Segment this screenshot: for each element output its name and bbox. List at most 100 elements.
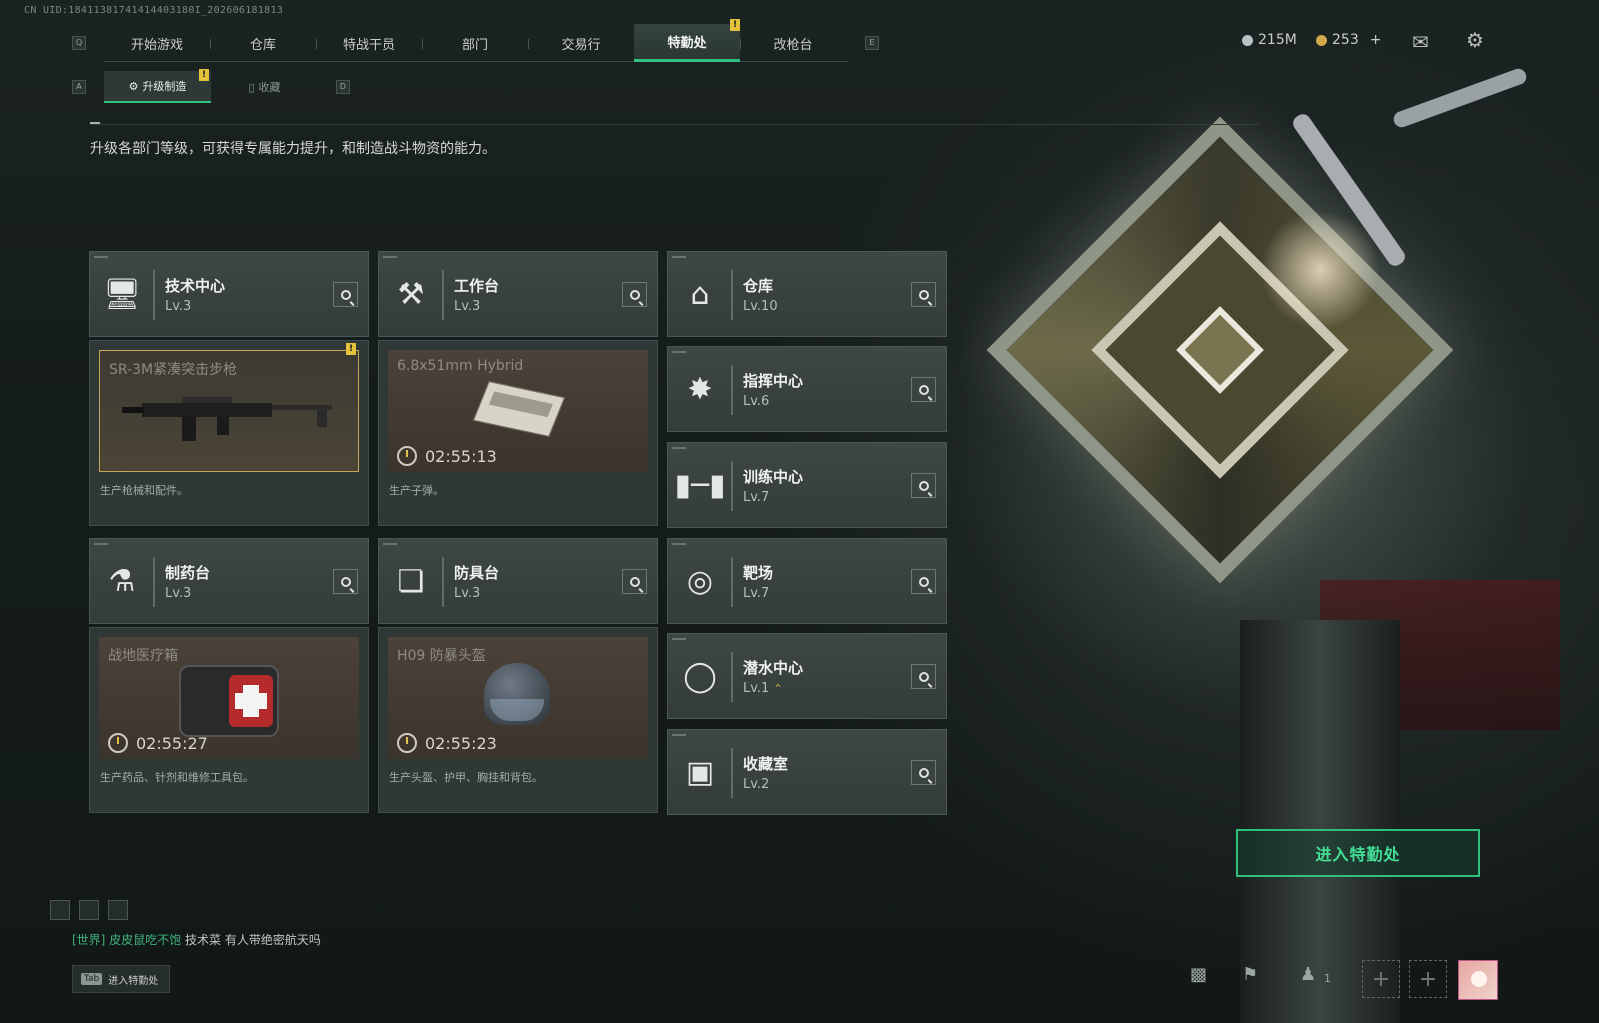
- gold-coin-icon: [1316, 34, 1327, 46]
- chat-message: 技术菜 有人带绝密航天吗: [185, 933, 321, 947]
- inspect-button[interactable]: [622, 569, 647, 594]
- inspect-button[interactable]: [911, 664, 936, 689]
- enter-special-ops-button[interactable]: 进入特勤处: [1236, 829, 1480, 877]
- production-card-ammo[interactable]: 6.8x51mm Hybrid 02:55:13 生产子弹。: [378, 340, 658, 526]
- dept-name: 指挥中心: [743, 372, 804, 390]
- mail-icon[interactable]: ✉: [1412, 32, 1429, 52]
- chat-filter-button[interactable]: [79, 900, 99, 920]
- card-separator: [153, 270, 155, 320]
- tab-gunsmith[interactable]: 改枪台: [740, 24, 846, 62]
- inspect-button[interactable]: [333, 569, 358, 594]
- dept-name: 制药台: [165, 564, 211, 582]
- production-timer: 02:55:23: [397, 733, 497, 753]
- command-icon: ✸: [687, 371, 713, 407]
- welding-glow: [1260, 210, 1380, 330]
- dept-level: Lv.1 ⌃: [743, 681, 783, 696]
- tab-start-game[interactable]: 开始游戏: [104, 24, 210, 62]
- upgrade-craft-icon: ⚙: [128, 79, 139, 93]
- production-item-panel: H09 防暴头盔 02:55:23: [388, 637, 648, 759]
- helmet-visor: [490, 699, 544, 721]
- dept-name: 收藏室: [743, 755, 789, 773]
- computer-icon: 🖥: [102, 276, 142, 312]
- dept-name: 潜水中心: [743, 659, 804, 677]
- divider: [90, 124, 1260, 125]
- dept-card-pharmacy[interactable]: ⚗ 制药台 Lv.3: [89, 538, 369, 624]
- inspect-button[interactable]: [911, 569, 936, 594]
- dept-card-tech-center[interactable]: 🖥 技术中心 Lv.3: [89, 251, 369, 337]
- sub-nav: ⚙ 升级制造 ▯ 收藏: [104, 71, 318, 103]
- card-tag: [383, 543, 397, 545]
- facility-scene: [960, 60, 1599, 1023]
- magnifier-icon: [918, 289, 929, 300]
- production-item-name: 6.8x51mm Hybrid: [397, 358, 524, 374]
- dept-level: Lv.3: [165, 299, 192, 314]
- timer-icon: [397, 733, 417, 753]
- dept-card-workbench[interactable]: ⚒ 工作台 Lv.3: [378, 251, 658, 337]
- dept-card-command[interactable]: ✸ 指挥中心 Lv.6: [667, 346, 947, 432]
- production-card-medical[interactable]: 战地医疗箱 02:55:27 生产药品、针剂和维修工具包。: [89, 627, 369, 813]
- friends-icon[interactable]: ♟: [1300, 964, 1316, 985]
- microscope-icon: ⚗: [108, 563, 136, 599]
- tab-special-ops[interactable]: 特勤处: [634, 24, 740, 62]
- tools-icon: ⚒: [397, 276, 425, 312]
- production-item-panel: 6.8x51mm Hybrid 02:55:13: [388, 350, 648, 472]
- team-slot-add[interactable]: +: [1409, 960, 1447, 998]
- chat-filter-button[interactable]: [50, 900, 70, 920]
- dept-card-warehouse[interactable]: ⌂ 仓库 Lv.10: [667, 251, 947, 337]
- tab-operators[interactable]: 特战干员: [316, 24, 422, 62]
- nav-left-key[interactable]: Q: [72, 36, 86, 50]
- chat-line[interactable]: [世界] 皮皮鼠吃不饱 技术菜 有人带绝密航天吗: [72, 931, 321, 948]
- card-separator: [731, 748, 733, 798]
- silver-amount: 215M: [1258, 32, 1297, 48]
- card-separator: [731, 365, 733, 415]
- add-gold-button[interactable]: +: [1370, 32, 1382, 48]
- silver-coin-icon: [1242, 34, 1253, 46]
- production-desc: 生产枪械和配件。: [100, 484, 188, 497]
- dept-name: 训练中心: [743, 468, 804, 486]
- helmet-icon: [484, 663, 550, 725]
- subnav-right-key[interactable]: D: [336, 80, 350, 94]
- subtab-upgrade-craft[interactable]: ⚙ 升级制造: [104, 71, 211, 103]
- dept-card-armor[interactable]: ❏ 防具台 Lv.3: [378, 538, 658, 624]
- dept-level: Lv.6: [743, 394, 770, 409]
- inspect-button[interactable]: [622, 282, 647, 307]
- dept-card-training[interactable]: ▮─▮ 训练中心 Lv.7: [667, 442, 947, 528]
- subnav-left-key[interactable]: A: [72, 80, 86, 94]
- card-tag: [672, 638, 686, 640]
- tab-market[interactable]: 交易行: [528, 24, 634, 62]
- dept-card-diving[interactable]: ◯ 潜水中心 Lv.1 ⌃: [667, 633, 947, 719]
- tab-warehouse[interactable]: 仓库: [210, 24, 316, 62]
- timer-value: 02:55:13: [425, 446, 497, 466]
- inspect-button[interactable]: [333, 282, 358, 307]
- card-separator: [731, 461, 733, 511]
- chat-filter-button[interactable]: [108, 900, 128, 920]
- stats-chart-icon[interactable]: ▩: [1190, 964, 1207, 985]
- uid-label: CN UID:18411381741414403180I_20260618181…: [24, 5, 284, 16]
- inspect-button[interactable]: [911, 760, 936, 785]
- magnifier-icon: [340, 576, 351, 587]
- production-timer: 02:55:27: [108, 733, 208, 753]
- production-item-panel: SR-3M紧凑突击步枪: [99, 350, 359, 472]
- dept-card-collection-room[interactable]: ▣ 收藏室 Lv.2: [667, 729, 947, 815]
- collection-icon: ▣: [685, 754, 715, 790]
- chat-sender[interactable]: 皮皮鼠吃不饱: [109, 933, 181, 947]
- flag-icon[interactable]: ⚑: [1242, 964, 1258, 985]
- tab-shortcut-hint[interactable]: Tab 进入特勤处: [72, 965, 170, 993]
- avatar[interactable]: [1458, 960, 1498, 1000]
- inspect-button[interactable]: [911, 377, 936, 402]
- timer-value: 02:55:27: [136, 733, 208, 753]
- subtab-collection[interactable]: ▯ 收藏: [211, 71, 318, 103]
- inspect-button[interactable]: [911, 282, 936, 307]
- robot-arm-upper: [1391, 66, 1529, 130]
- production-card-weapons[interactable]: SR-3M紧凑突击步枪 生产枪械和配件。: [89, 340, 369, 526]
- upgrade-alert-badge: !: [199, 69, 209, 81]
- inspect-button[interactable]: [911, 473, 936, 498]
- nav-right-key[interactable]: E: [865, 36, 879, 50]
- ammo-box-label: [488, 391, 553, 418]
- tab-departments[interactable]: 部门: [422, 24, 528, 62]
- scene-cube-structure: [986, 116, 1454, 584]
- dept-card-shooting-range[interactable]: ◎ 靶场 Lv.7: [667, 538, 947, 624]
- team-slot-add[interactable]: +: [1362, 960, 1400, 998]
- gear-icon[interactable]: ⚙: [1466, 30, 1484, 50]
- production-card-helmet[interactable]: H09 防暴头盔 02:55:23 生产头盔、护甲、胸挂和背包。: [378, 627, 658, 813]
